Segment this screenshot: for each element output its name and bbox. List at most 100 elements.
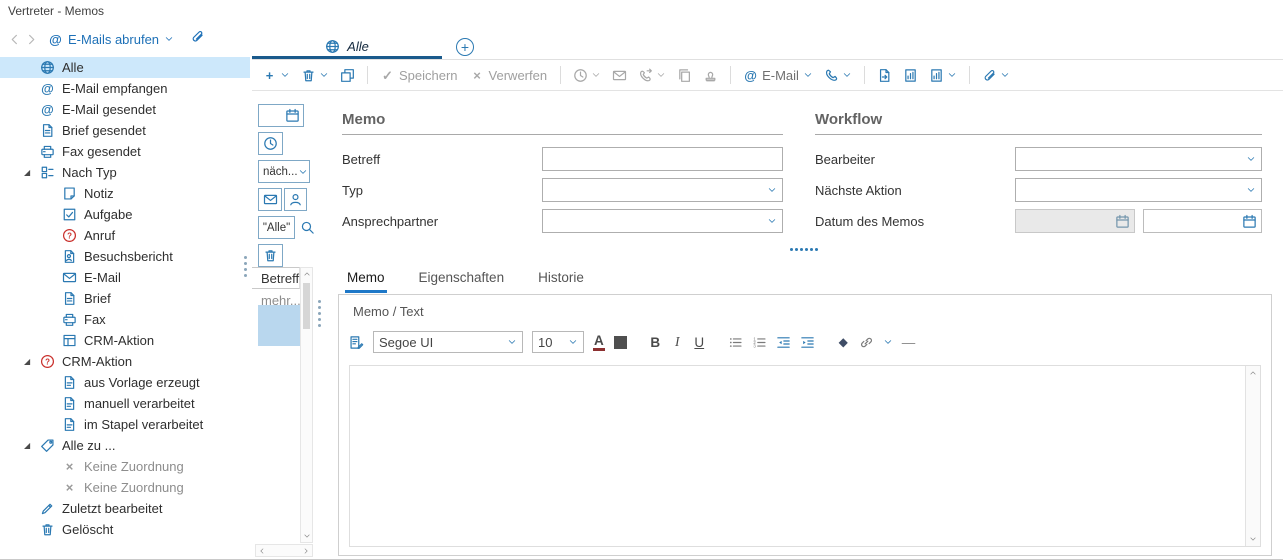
scroll-left-icon[interactable]: [258, 547, 266, 555]
sidebar-item-nach-typ[interactable]: ◢Nach Typ: [0, 162, 250, 183]
indent-button[interactable]: [800, 335, 815, 350]
group-title: Memo / Text: [353, 304, 424, 319]
scroll-right-icon[interactable]: [302, 547, 310, 555]
sidebar-item-alle-zu[interactable]: ◢Alle zu ...: [0, 435, 250, 456]
naechste-aktion-select[interactable]: [1015, 178, 1262, 202]
scrollbar-thumb[interactable]: [303, 283, 310, 329]
email-filter-button[interactable]: [258, 188, 282, 211]
insert-text-module-button[interactable]: [349, 335, 364, 350]
contact-filter-button[interactable]: [284, 188, 307, 211]
sidebar-item-e-mail[interactable]: E-Mail: [0, 267, 250, 288]
horizontal-rule-button[interactable]: —: [902, 335, 916, 350]
sidebar-item-alle[interactable]: Alle: [0, 57, 250, 78]
toolbar-attach-button[interactable]: [982, 68, 1010, 83]
sidebar-item-anruf[interactable]: ?Anruf: [0, 225, 250, 246]
ansprechpartner-select[interactable]: [542, 209, 783, 233]
chev-down-icon: [568, 337, 578, 347]
font-family-select[interactable]: Segoe UI: [373, 331, 523, 353]
calendar-icon: [285, 108, 300, 123]
expander-icon[interactable]: ◢: [24, 169, 34, 177]
sidebar-item-e-mail-gesendet[interactable]: @E-Mail gesendet: [0, 99, 250, 120]
toolbar-save-button: ✓Speichern: [380, 68, 459, 83]
sidebar-item-zuletzt-bearbeitet[interactable]: Zuletzt bearbeitet: [0, 498, 250, 519]
outdent-button[interactable]: [776, 335, 791, 350]
fetch-emails-button[interactable]: @ E-Mails abrufen: [48, 32, 174, 47]
sidebar-item-crm-aktion[interactable]: ◢?CRM-Aktion: [0, 351, 250, 372]
font-color-button[interactable]: A: [593, 333, 605, 352]
detail-tab-eigenschaften[interactable]: Eigenschaften: [417, 267, 507, 293]
sidebar-item-keine-zuordnung[interactable]: ×Keine Zuordnung: [0, 477, 250, 498]
date-filter-button[interactable]: [258, 104, 304, 127]
sidebar-item-keine-zuordnung[interactable]: ×Keine Zuordnung: [0, 456, 250, 477]
clock-icon: [263, 136, 278, 151]
sidebar-item-aufgabe[interactable]: Aufgabe: [0, 204, 250, 225]
scroll-down-icon[interactable]: [1249, 535, 1257, 543]
underline-button[interactable]: U: [693, 335, 706, 350]
scope-filter-button[interactable]: "Alle": [258, 216, 295, 239]
editor-vertical-scrollbar[interactable]: [1245, 366, 1260, 546]
highlight-color-button[interactable]: [614, 336, 627, 349]
selected-list-row[interactable]: [258, 305, 300, 346]
bearbeiter-select[interactable]: [1015, 147, 1262, 171]
toolbar-delete-button[interactable]: [301, 68, 329, 83]
sidebar-splitter-handle[interactable]: [244, 256, 247, 277]
toolbar-duplicate-button[interactable]: [340, 68, 355, 83]
sidebar-item-im-stapel-verarbeitet[interactable]: im Stapel verarbeitet: [0, 414, 250, 435]
sidebar-item-fax-gesendet[interactable]: Fax gesendet: [0, 141, 250, 162]
sidebar-item-geloescht[interactable]: Gelöscht: [0, 519, 250, 540]
insert-symbol-button[interactable]: ◆: [837, 335, 850, 349]
tab-alle[interactable]: Alle: [252, 34, 442, 59]
next-action-filter-select[interactable]: näch...: [258, 160, 310, 183]
expander-icon[interactable]: ◢: [24, 358, 34, 366]
betreff-input[interactable]: [542, 147, 783, 171]
toolbar-label: Speichern: [399, 68, 458, 83]
form-collapse-handle[interactable]: [790, 248, 818, 251]
toolbar-new-button[interactable]: +: [262, 68, 290, 83]
more-formatting-button[interactable]: [883, 337, 893, 347]
workflow-heading: Workflow: [815, 111, 1262, 135]
expander-icon[interactable]: ◢: [24, 442, 34, 450]
sidebar-item-label: Fax: [84, 312, 106, 327]
sidebar-item-fax[interactable]: Fax: [0, 309, 250, 330]
chev-down-icon: [656, 70, 666, 80]
toolbar-send-mail-button: [612, 68, 627, 83]
nav-back-button[interactable]: [6, 32, 23, 47]
bullet-list-button[interactable]: [728, 335, 743, 350]
sidebar-item-crm-aktion[interactable]: CRM-Aktion: [0, 330, 250, 351]
detail-tab-memo[interactable]: Memo: [345, 267, 387, 293]
toolbar-report-list-button[interactable]: [929, 68, 957, 83]
toolbar-report-button[interactable]: [903, 68, 918, 83]
font-size-select[interactable]: 10: [532, 331, 584, 353]
sidebar-item-brief-gesendet[interactable]: Brief gesendet: [0, 120, 250, 141]
sidebar-item-manuell-verarbeitet[interactable]: manuell verarbeitet: [0, 393, 250, 414]
list-horizontal-scrollbar[interactable]: [255, 544, 313, 557]
memo-text-editor[interactable]: [349, 365, 1261, 547]
scroll-down-icon[interactable]: [303, 532, 311, 540]
sidebar-item-aus-vorlage-erzeugt[interactable]: aus Vorlage erzeugt: [0, 372, 250, 393]
toolbar-export-button[interactable]: [877, 68, 892, 83]
nav-forward-button[interactable]: [23, 32, 40, 47]
list-column-header[interactable]: Betreff: [252, 267, 300, 289]
add-tab-button[interactable]: +: [456, 38, 474, 56]
sidebar-item-brief[interactable]: Brief: [0, 288, 250, 309]
memo-date-field[interactable]: [1143, 209, 1263, 233]
bold-button[interactable]: B: [649, 335, 662, 350]
sidebar-item-label: Zuletzt bearbeitet: [62, 501, 162, 516]
sidebar-item-besuchsbericht[interactable]: Besuchsbericht: [0, 246, 250, 267]
search-button[interactable]: [300, 220, 315, 235]
toolbar-call-button[interactable]: [824, 68, 852, 83]
numbered-list-button[interactable]: 123: [752, 335, 767, 350]
reminder-filter-button[interactable]: [258, 132, 283, 155]
scroll-up-icon[interactable]: [1249, 369, 1257, 377]
typ-select[interactable]: [542, 178, 783, 202]
toolbar-email-button[interactable]: @E-Mail: [743, 68, 813, 83]
sidebar-item-notiz[interactable]: Notiz: [0, 183, 250, 204]
clear-filter-button[interactable]: [258, 244, 283, 267]
list-vertical-scrollbar[interactable]: [300, 267, 313, 543]
insert-link-button[interactable]: [859, 335, 874, 350]
attachments-button[interactable]: [190, 29, 205, 49]
italic-button[interactable]: I: [671, 334, 684, 350]
sidebar-item-e-mail-empfangen[interactable]: @E-Mail empfangen: [0, 78, 250, 99]
scroll-up-icon[interactable]: [303, 270, 311, 278]
detail-tab-historie[interactable]: Historie: [536, 267, 586, 293]
